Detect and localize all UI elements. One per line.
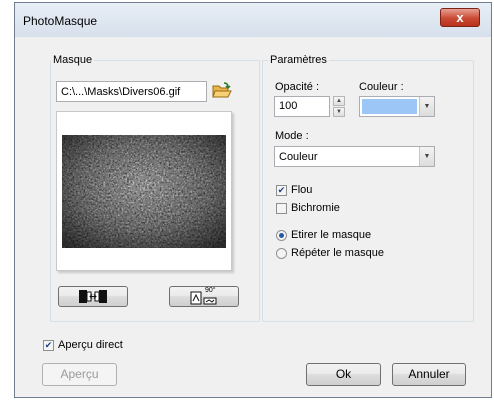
apercu-direct-label[interactable]: Aperçu direct (58, 339, 123, 351)
color-picker[interactable]: ▼ (359, 96, 435, 117)
bichromie-label[interactable]: Bichromie (291, 202, 340, 214)
title-bar: PhotoMasque x (15, 3, 491, 37)
mask-preview-image (62, 135, 226, 248)
dialog-client-area: Masque C:\...\Masks\Divers06.gif 90° Par… (22, 37, 486, 393)
rotate-mask-button[interactable]: 90° (169, 286, 239, 307)
cancel-button[interactable]: Annuler (392, 363, 466, 386)
mode-label: Mode : (275, 130, 309, 142)
mask-preview-frame (56, 111, 232, 271)
repeter-label[interactable]: Répéter le masque (291, 247, 384, 259)
repeter-radio[interactable] (276, 248, 287, 259)
apercu-direct-checkbox[interactable]: ✔ (43, 340, 54, 351)
window-title: PhotoMasque (23, 14, 98, 28)
opacity-input[interactable]: 100 (274, 96, 330, 117)
radio-selected-dot (279, 233, 284, 238)
parametres-group-label: Paramètres (268, 54, 329, 66)
masque-group-label: Masque (51, 54, 95, 66)
apercu-button[interactable]: Aperçu (42, 363, 117, 386)
invert-mask-button[interactable] (58, 286, 128, 307)
color-swatch (362, 99, 417, 114)
etirer-label[interactable]: Etirer le masque (291, 229, 371, 241)
rotate-mask-icon: 90° (190, 287, 218, 305)
chevron-down-icon[interactable]: ▼ (419, 97, 434, 116)
mode-select-value: Couleur (279, 151, 318, 163)
chevron-down-icon[interactable]: ▼ (419, 147, 434, 166)
flou-checkbox[interactable]: ✔ (276, 185, 287, 196)
photomasque-dialog: PhotoMasque x Masque C:\...\Masks\Divers… (14, 2, 492, 398)
mode-select[interactable]: Couleur ▼ (274, 146, 435, 167)
folder-open-icon[interactable] (212, 82, 232, 100)
flou-label[interactable]: Flou (291, 184, 312, 196)
close-button[interactable]: x (440, 8, 480, 27)
etirer-radio[interactable] (276, 230, 287, 241)
opacity-label: Opacité : (275, 81, 320, 93)
ok-button[interactable]: Ok (306, 363, 381, 386)
opacity-spin-down[interactable]: ▼ (333, 107, 345, 117)
bichromie-checkbox[interactable] (276, 203, 287, 214)
close-icon: x (456, 10, 464, 25)
mask-file-path-field[interactable]: C:\...\Masks\Divers06.gif (56, 81, 207, 102)
opacity-spin-up[interactable]: ▲ (333, 96, 345, 106)
color-label: Couleur : (359, 81, 404, 93)
rotate-90-label: 90° (205, 287, 216, 294)
